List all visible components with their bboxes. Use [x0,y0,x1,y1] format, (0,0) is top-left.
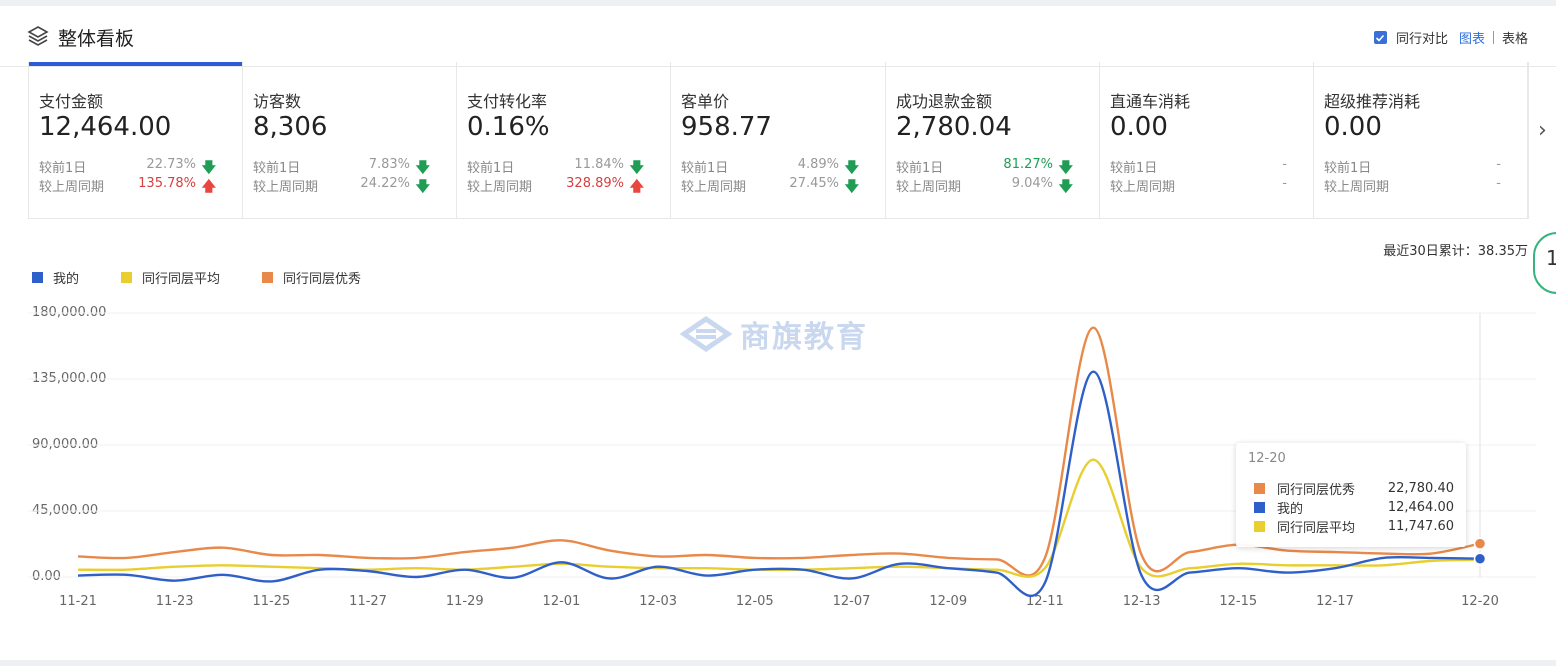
tooltip-value: 12,464.00 [1387,500,1454,515]
watermark: 商旗教育 [678,312,868,356]
series-point-2 [1473,537,1487,550]
tooltip-swatch [1254,483,1265,494]
tooltip-label: 同行同层优秀 [1277,483,1356,498]
tooltip-value: 22,780.40 [1387,481,1454,496]
tooltip-date: 12-20 [1248,451,1286,466]
tooltip-swatch [1254,521,1265,532]
tooltip-value: 11,747.60 [1387,519,1454,534]
tooltip-row: 同行同层平均 11,747.60 [1254,517,1454,536]
logo-icon [679,315,733,353]
tooltip-row: 我的 12,464.00 [1254,498,1454,517]
tooltip-label: 我的 [1277,502,1304,517]
tooltip-row: 同行同层优秀 22,780.40 [1254,479,1454,498]
tooltip-label: 同行同层平均 [1277,521,1356,536]
tooltip-swatch [1254,502,1265,513]
chart-tooltip: 12-20 同行同层优秀 22,780.40 我的 12,464.00 同行同层平均… [1236,443,1466,547]
watermark-text: 商旗教育 [740,320,868,355]
series-point-0 [1473,552,1487,565]
